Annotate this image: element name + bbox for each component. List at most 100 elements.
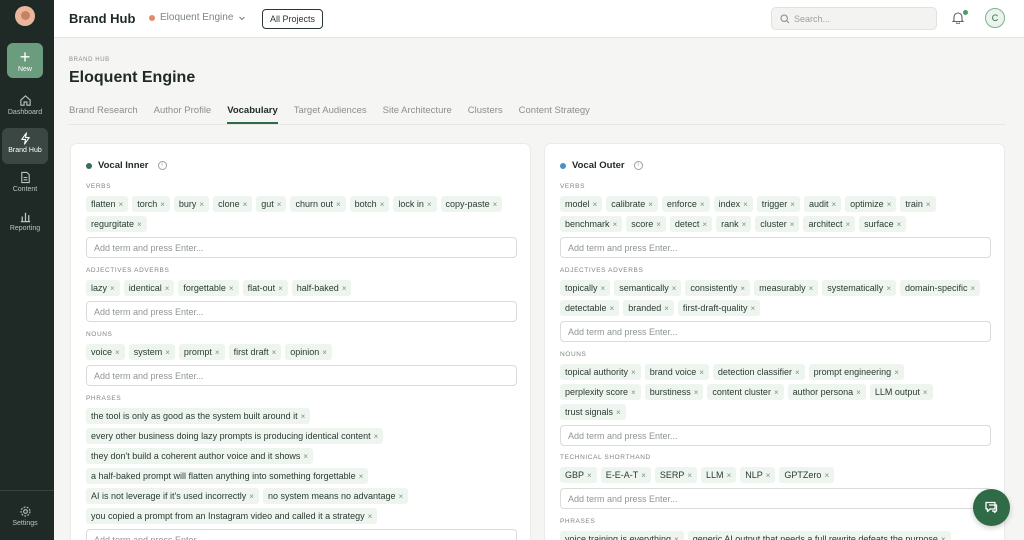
add-term-input[interactable]	[86, 365, 517, 386]
remove-term-icon[interactable]: ×	[215, 348, 220, 357]
term-chip[interactable]: branded ×	[623, 300, 674, 316]
remove-term-icon[interactable]: ×	[322, 348, 327, 357]
term-chip[interactable]: torch ×	[132, 196, 170, 212]
logo-icon[interactable]	[15, 6, 35, 26]
term-chip[interactable]: gut ×	[256, 196, 287, 212]
remove-term-icon[interactable]: ×	[766, 471, 771, 480]
term-chip[interactable]: GPTZero ×	[779, 467, 835, 483]
term-chip[interactable]: opinion ×	[285, 344, 332, 360]
rail-item-reporting[interactable]: Reporting	[2, 206, 48, 242]
remove-term-icon[interactable]: ×	[160, 200, 165, 209]
remove-term-icon[interactable]: ×	[971, 284, 976, 293]
remove-term-icon[interactable]: ×	[610, 304, 615, 313]
term-chip[interactable]: surface ×	[859, 216, 907, 232]
term-chip[interactable]: NLP ×	[740, 467, 776, 483]
remove-term-icon[interactable]: ×	[694, 388, 699, 397]
term-chip[interactable]: benchmark ×	[560, 216, 623, 232]
term-chip[interactable]: lazy ×	[86, 280, 120, 296]
tab-target-audiences[interactable]: Target Audiences	[294, 105, 367, 125]
remove-term-icon[interactable]: ×	[824, 471, 829, 480]
remove-term-icon[interactable]: ×	[199, 200, 204, 209]
term-chip[interactable]: index ×	[713, 196, 753, 212]
remove-term-icon[interactable]: ×	[587, 471, 592, 480]
add-term-input[interactable]	[560, 237, 991, 258]
term-chip[interactable]: E-E-A-T ×	[600, 467, 651, 483]
info-icon[interactable]: i	[633, 161, 643, 170]
remove-term-icon[interactable]: ×	[613, 220, 618, 229]
term-chip[interactable]: every other business doing lazy prompts …	[86, 428, 384, 444]
add-term-input[interactable]	[86, 237, 517, 258]
term-chip[interactable]: semantically ×	[614, 280, 682, 296]
tab-site-architecture[interactable]: Site Architecture	[383, 105, 452, 125]
term-chip[interactable]: no system means no advantage ×	[262, 488, 409, 504]
term-chip[interactable]: brand voice ×	[644, 364, 709, 380]
remove-term-icon[interactable]: ×	[303, 452, 308, 461]
remove-term-icon[interactable]: ×	[795, 368, 800, 377]
term-chip[interactable]: content cluster ×	[707, 384, 784, 400]
add-term-input[interactable]	[560, 321, 991, 342]
remove-term-icon[interactable]: ×	[229, 284, 234, 293]
term-chip[interactable]: calibrate ×	[606, 196, 658, 212]
term-chip[interactable]: regurgitate ×	[86, 216, 147, 232]
term-chip[interactable]: system ×	[128, 344, 175, 360]
term-chip[interactable]: they don't build a coherent author voice…	[86, 448, 314, 464]
remove-term-icon[interactable]: ×	[672, 284, 677, 293]
term-chip[interactable]: half-baked ×	[291, 280, 352, 296]
rail-item-dashboard[interactable]: Dashboard	[2, 90, 48, 126]
term-chip[interactable]: first-draft-quality ×	[677, 300, 761, 316]
term-chip[interactable]: perplexity score ×	[560, 384, 641, 400]
remove-term-icon[interactable]: ×	[664, 304, 669, 313]
remove-term-icon[interactable]: ×	[277, 200, 282, 209]
term-chip[interactable]: copy-paste ×	[440, 196, 503, 212]
remove-term-icon[interactable]: ×	[616, 408, 621, 417]
add-term-input[interactable]	[560, 425, 991, 446]
term-chip[interactable]: identical ×	[123, 280, 175, 296]
term-chip[interactable]: measurably ×	[754, 280, 819, 296]
term-chip[interactable]: botch ×	[349, 196, 390, 212]
term-chip[interactable]: rank ×	[716, 216, 752, 232]
remove-term-icon[interactable]: ×	[374, 432, 379, 441]
search-input[interactable]	[794, 12, 924, 26]
remove-term-icon[interactable]: ×	[119, 200, 124, 209]
term-chip[interactable]: flatten ×	[86, 196, 129, 212]
remove-term-icon[interactable]: ×	[790, 220, 795, 229]
term-chip[interactable]: voice training is everything ×	[560, 531, 684, 540]
remove-term-icon[interactable]: ×	[790, 200, 795, 209]
remove-term-icon[interactable]: ×	[832, 200, 837, 209]
remove-term-icon[interactable]: ×	[165, 348, 170, 357]
term-chip[interactable]: score ×	[626, 216, 666, 232]
remove-term-icon[interactable]: ×	[687, 471, 692, 480]
term-chip[interactable]: LLM ×	[701, 467, 737, 483]
all-projects-button[interactable]: All Projects	[262, 9, 324, 29]
term-chip[interactable]: cluster ×	[755, 216, 800, 232]
remove-term-icon[interactable]: ×	[165, 284, 170, 293]
term-chip[interactable]: forgettable ×	[178, 280, 239, 296]
remove-term-icon[interactable]: ×	[399, 492, 404, 501]
term-chip[interactable]: consistently ×	[685, 280, 751, 296]
remove-term-icon[interactable]: ×	[601, 284, 606, 293]
remove-term-icon[interactable]: ×	[115, 348, 120, 357]
term-chip[interactable]: churn out ×	[290, 196, 346, 212]
term-chip[interactable]: clone ×	[213, 196, 253, 212]
tab-clusters[interactable]: Clusters	[468, 105, 503, 125]
remove-term-icon[interactable]: ×	[886, 284, 891, 293]
remove-term-icon[interactable]: ×	[137, 220, 142, 229]
term-chip[interactable]: trigger ×	[756, 196, 800, 212]
remove-term-icon[interactable]: ×	[774, 388, 779, 397]
remove-term-icon[interactable]: ×	[648, 200, 653, 209]
remove-term-icon[interactable]: ×	[699, 368, 704, 377]
remove-term-icon[interactable]: ×	[278, 284, 283, 293]
term-chip[interactable]: a half-baked prompt will flatten anythin…	[86, 468, 369, 484]
add-term-input[interactable]	[86, 301, 517, 322]
rail-item-content[interactable]: Content	[2, 167, 48, 203]
tab-content-strategy[interactable]: Content Strategy	[519, 105, 590, 125]
remove-term-icon[interactable]: ×	[380, 200, 385, 209]
remove-term-icon[interactable]: ×	[593, 200, 598, 209]
remove-term-icon[interactable]: ×	[809, 284, 814, 293]
term-chip[interactable]: trust signals ×	[560, 404, 626, 420]
remove-term-icon[interactable]: ×	[923, 388, 928, 397]
remove-term-icon[interactable]: ×	[742, 220, 747, 229]
remove-term-icon[interactable]: ×	[301, 412, 306, 421]
remove-term-icon[interactable]: ×	[897, 220, 902, 229]
remove-term-icon[interactable]: ×	[674, 535, 679, 540]
